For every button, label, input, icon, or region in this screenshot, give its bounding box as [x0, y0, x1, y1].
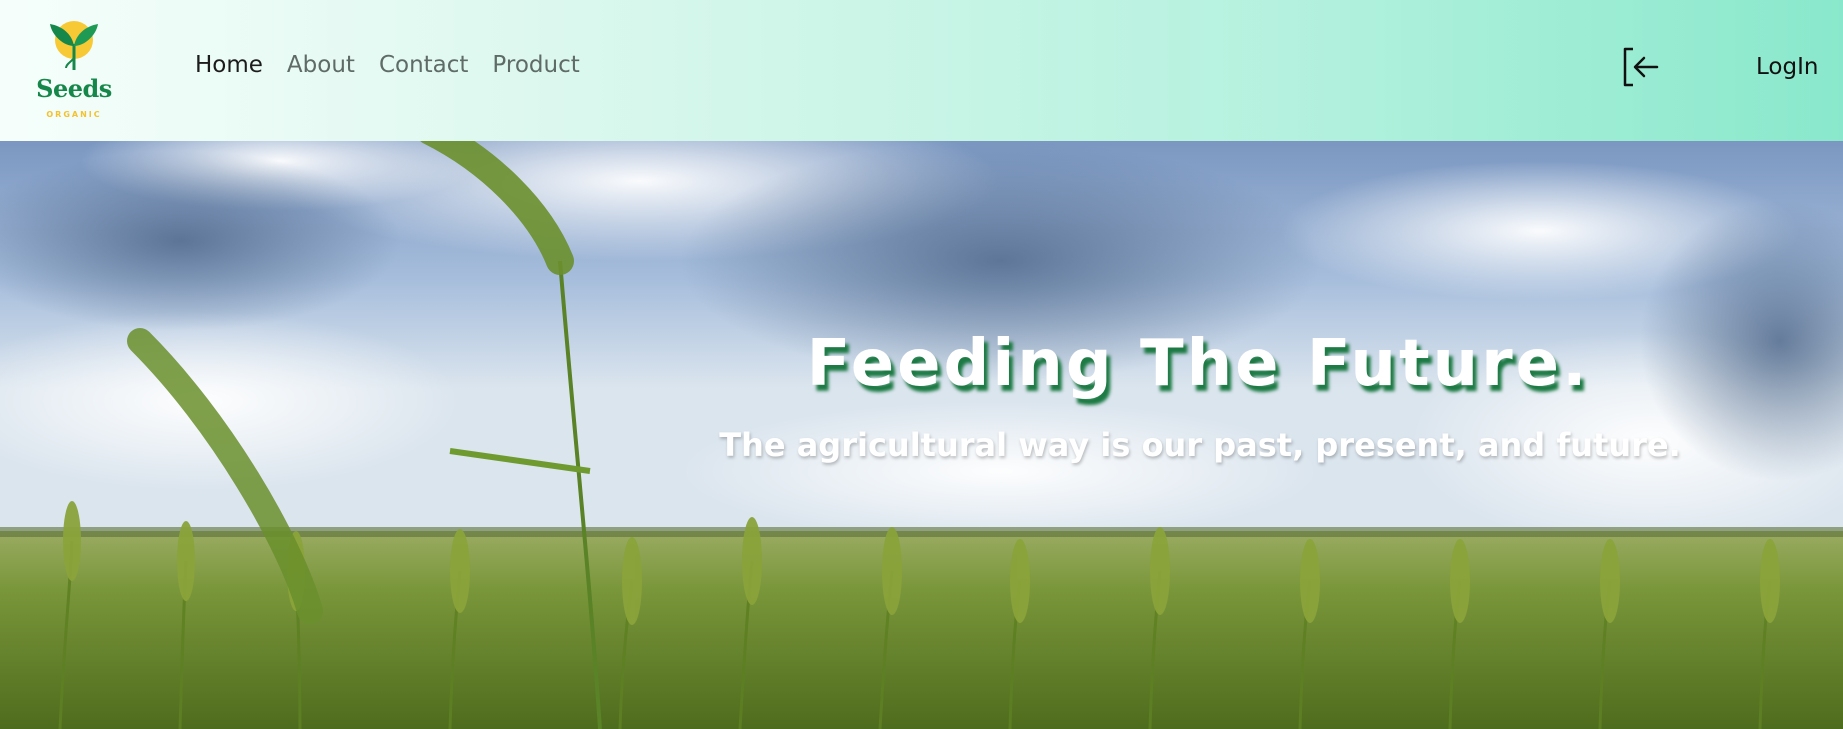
nav-about[interactable]: About [287, 52, 355, 80]
main-nav: Home About Contact Product [195, 52, 580, 80]
hero-title: Feeding The Future. [807, 327, 1590, 401]
hero-title-text: Feeding The Future. [806, 327, 1590, 401]
hero-subtitle: The agricultural way is our past, presen… [719, 426, 1681, 464]
navbar: Seeds ORGANIC Home About Contact Product… [0, 0, 1843, 141]
sprout-sun-icon [50, 21, 98, 71]
brand-name: Seeds [36, 74, 112, 103]
nav-product[interactable]: Product [492, 52, 579, 80]
hero-banner: Feeding The Future. The agricultural way… [0, 141, 1843, 729]
nav-contact[interactable]: Contact [379, 52, 468, 80]
brand-logo[interactable]: Seeds ORGANIC [36, 14, 112, 122]
brand-tagline: ORGANIC [46, 110, 102, 119]
nav-home[interactable]: Home [195, 52, 263, 80]
hero-subtitle-text: The agricultural way is our past, presen… [719, 426, 1681, 464]
login-link[interactable]: LogIn [1756, 54, 1818, 80]
login-arrow-icon[interactable] [1620, 46, 1662, 88]
